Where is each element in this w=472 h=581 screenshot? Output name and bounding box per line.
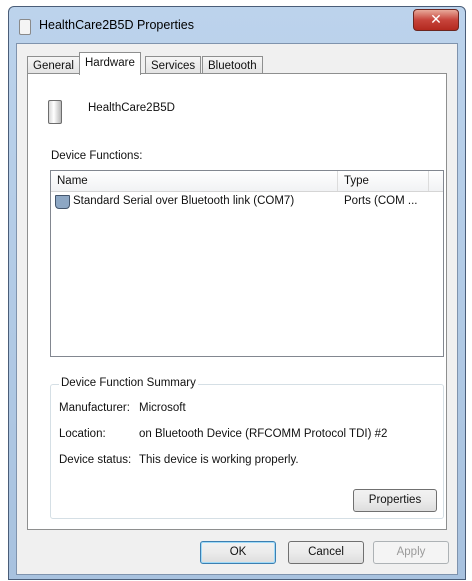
tab-bluetooth[interactable]: Bluetooth [202,56,263,74]
properties-button[interactable]: Properties [353,489,437,512]
list-item-type: Ports (COM ... [344,195,418,207]
device-status-value: This device is working properly. [139,454,299,466]
apply-button[interactable]: Apply [373,541,449,564]
device-status-label: Device status: [59,454,132,466]
tab-general[interactable]: General [27,56,80,74]
device-function-summary-group: Device Function Summary Manufacturer: Mi… [50,377,444,519]
device-functions-list[interactable]: Name Type Standard Serial over Bluetooth… [50,170,444,357]
tab-services[interactable]: Services [145,56,202,74]
cancel-button[interactable]: Cancel [288,541,364,564]
location-label: Location: [59,428,106,440]
close-button[interactable]: ✕ [413,9,459,31]
window-icon [19,19,31,35]
port-icon [55,195,70,209]
ok-button[interactable]: OK [200,541,276,564]
manufacturer-label: Manufacturer: [59,402,130,414]
device-name: HealthCare2B5D [88,102,175,114]
properties-window: HealthCare2B5D Properties ✕ General Hard… [8,6,466,580]
dialog-client-area: General Hardware Services Bluetooth Heal… [16,43,458,575]
column-header-type[interactable]: Type [338,171,429,191]
device-icon [48,100,62,124]
manufacturer-value: Microsoft [139,402,186,414]
location-value: on Bluetooth Device (RFCOMM Protocol TDI… [139,428,388,440]
close-icon: ✕ [430,11,442,27]
device-functions-label: Device Functions: [51,150,143,162]
title-bar[interactable]: HealthCare2B5D Properties ✕ [9,7,465,43]
column-header-name[interactable]: Name [51,171,338,191]
hardware-tab-panel: HealthCare2B5D Device Functions: Name Ty… [27,73,447,530]
window-title: HealthCare2B5D Properties [39,18,194,32]
list-header: Name Type [51,171,443,192]
tab-hardware[interactable]: Hardware [79,52,141,75]
list-item[interactable]: Standard Serial over Bluetooth link (COM… [51,192,443,211]
group-title: Device Function Summary [59,377,198,389]
list-item-name: Standard Serial over Bluetooth link (COM… [73,195,295,207]
